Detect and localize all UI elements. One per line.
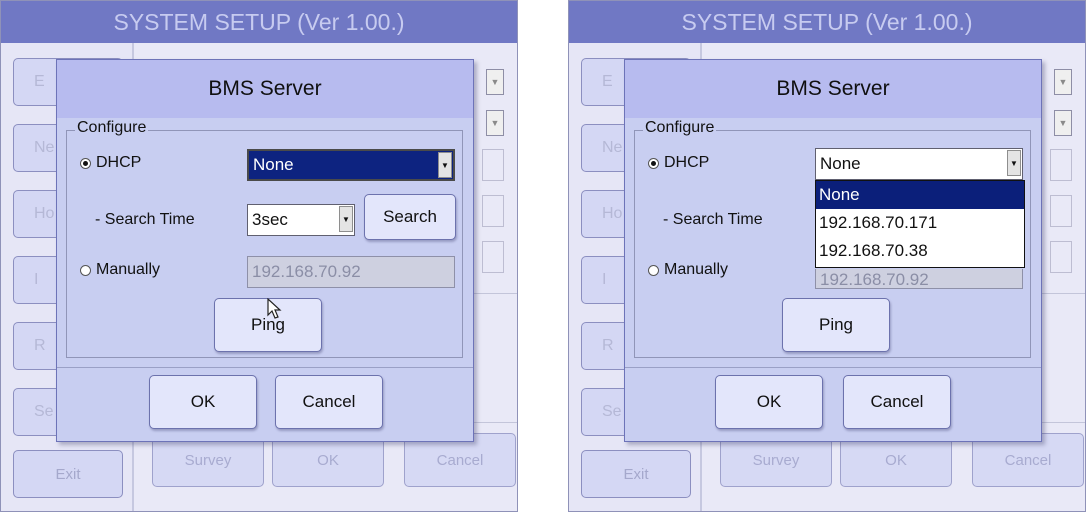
- right-screenshot: SYSTEM SETUP (Ver 1.00.) E Ne Ho I R Se …: [568, 0, 1086, 512]
- mouse-pointer-icon: [267, 298, 282, 319]
- search-button[interactable]: Search: [364, 194, 456, 240]
- dialog-separator: [625, 367, 1041, 368]
- manually-radio[interactable]: Manually: [648, 261, 728, 279]
- exit-button[interactable]: Exit: [13, 450, 123, 498]
- manual-ip-field[interactable]: 192.168.70.92: [815, 269, 1023, 289]
- configure-label: Configure: [643, 119, 717, 137]
- dhcp-server-value: None: [820, 154, 861, 173]
- left-screenshot: SYSTEM SETUP (Ver 1.00.) E Ne Ho I R Se …: [0, 0, 518, 512]
- cancel-button[interactable]: Cancel: [275, 375, 383, 429]
- side-button-2-label: Ne: [602, 139, 623, 156]
- dhcp-label: DHCP: [96, 154, 142, 171]
- manually-label: Manually: [96, 261, 161, 278]
- ping-button[interactable]: Ping: [782, 298, 890, 352]
- dhcp-radio[interactable]: DHCP: [648, 154, 709, 172]
- window-title: SYSTEM SETUP (Ver 1.00.): [569, 1, 1085, 43]
- dhcp-dropdown-list: None 192.168.70.171 192.168.70.38: [815, 180, 1025, 268]
- search-time-label: - Search Time: [95, 211, 195, 228]
- dhcp-server-select[interactable]: None ▼: [815, 148, 1023, 180]
- manual-ip-field[interactable]: 192.168.70.92: [247, 256, 455, 288]
- bg-field-1: [1050, 149, 1072, 181]
- dropdown-option[interactable]: 192.168.70.38: [816, 237, 1024, 265]
- dialog-separator: [57, 367, 473, 368]
- configure-label: Configure: [75, 119, 149, 137]
- side-button-6-label: Se: [34, 403, 54, 420]
- manually-radio-dot: [80, 264, 91, 276]
- ok-button[interactable]: OK: [149, 375, 257, 429]
- side-button-4-label: I: [602, 271, 607, 288]
- side-button-4-label: I: [34, 271, 39, 288]
- dhcp-server-select[interactable]: None ▼: [247, 149, 455, 181]
- dialog-title: BMS Server: [625, 60, 1041, 118]
- chevron-down-icon[interactable]: ▼: [339, 206, 353, 232]
- manually-label: Manually: [664, 261, 729, 278]
- dhcp-server-value: None: [253, 155, 294, 174]
- side-button-2-label: Ne: [34, 139, 55, 156]
- dhcp-radio-dot: [80, 157, 91, 169]
- search-time-label: - Search Time: [663, 211, 763, 228]
- side-button-6-label: Se: [602, 403, 622, 420]
- dropdown-option[interactable]: None: [816, 181, 1024, 209]
- dhcp-radio[interactable]: DHCP: [80, 154, 141, 172]
- bg-field-1: [482, 149, 504, 181]
- chevron-down-icon[interactable]: ▼: [1007, 150, 1021, 176]
- bg-combo-arrow-1: ▼: [1054, 69, 1072, 95]
- dropdown-option[interactable]: 192.168.70.171: [816, 209, 1024, 237]
- bg-field-3: [1050, 241, 1072, 273]
- side-button-3-label: Ho: [34, 205, 55, 222]
- bg-field-2: [1050, 195, 1072, 227]
- side-button-5-label: R: [34, 337, 46, 354]
- dhcp-label: DHCP: [664, 154, 710, 171]
- search-time-value: 3sec: [252, 210, 288, 229]
- dialog-title: BMS Server: [57, 60, 473, 118]
- bg-combo-arrow-2: ▼: [486, 110, 504, 136]
- window-title: SYSTEM SETUP (Ver 1.00.): [1, 1, 517, 43]
- side-button-1-label: E: [602, 73, 613, 90]
- dhcp-radio-dot: [648, 157, 659, 169]
- chevron-down-icon[interactable]: ▼: [438, 152, 452, 178]
- side-button-3-label: Ho: [602, 205, 623, 222]
- bms-server-dialog: BMS Server Configure DHCP None ▼ None 19…: [624, 59, 1042, 442]
- side-button-1-label: E: [34, 73, 45, 90]
- manually-radio[interactable]: Manually: [80, 261, 160, 279]
- bg-combo-arrow-2: ▼: [1054, 110, 1072, 136]
- bms-server-dialog: BMS Server Configure DHCP None ▼ - Searc…: [56, 59, 474, 442]
- bg-field-2: [482, 195, 504, 227]
- side-button-5-label: R: [602, 337, 614, 354]
- ok-button[interactable]: OK: [715, 375, 823, 429]
- bg-combo-arrow-1: ▼: [486, 69, 504, 95]
- bg-field-3: [482, 241, 504, 273]
- search-time-select[interactable]: 3sec ▼: [247, 204, 355, 236]
- exit-button[interactable]: Exit: [581, 450, 691, 498]
- manually-radio-dot: [648, 264, 659, 276]
- cancel-button[interactable]: Cancel: [843, 375, 951, 429]
